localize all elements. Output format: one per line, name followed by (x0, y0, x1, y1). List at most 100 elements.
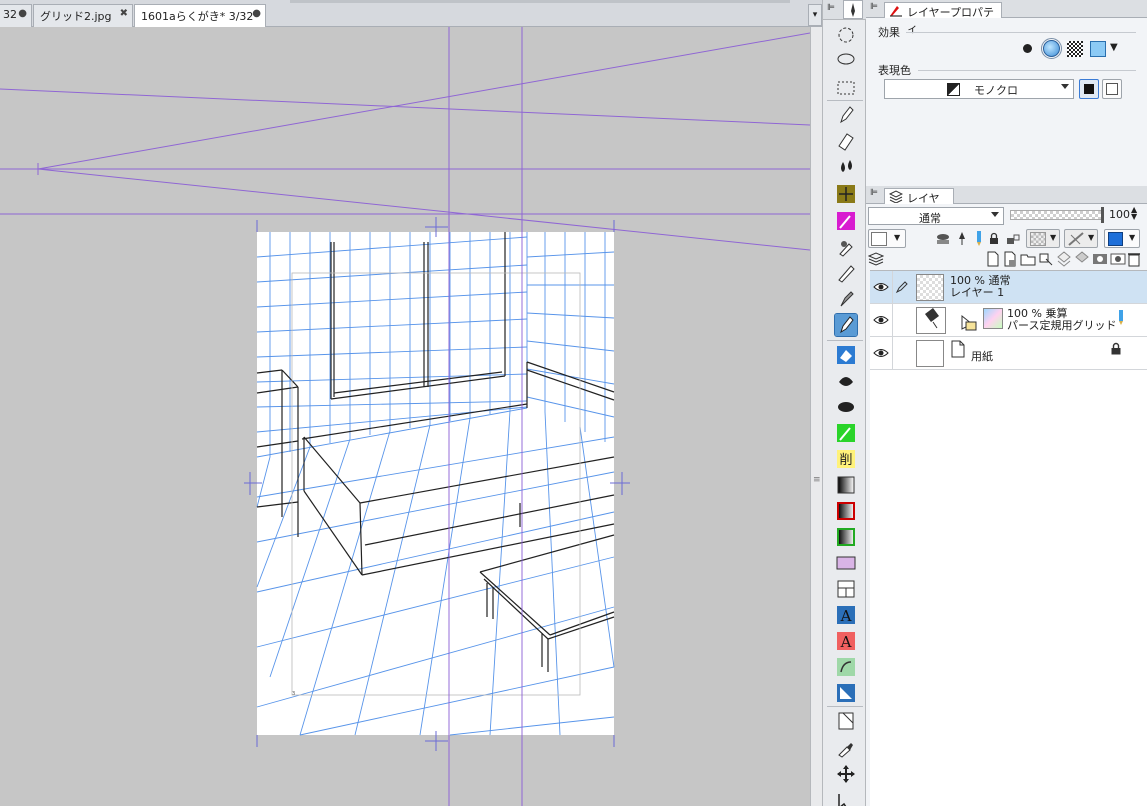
watercolor-effect-icon[interactable] (1041, 38, 1062, 59)
mask-icon[interactable] (1092, 252, 1108, 266)
canvas-area[interactable]: 3 (0, 27, 810, 806)
layers-icon[interactable] (867, 251, 885, 267)
tab-label: 1601aらくがき* 3/32 (141, 10, 254, 23)
blob-icon[interactable] (835, 396, 857, 418)
layer-color-icon[interactable] (1090, 41, 1106, 57)
reference-layer-icon[interactable] (956, 231, 968, 246)
layer-row[interactable]: 用紙 (870, 337, 1147, 370)
lasso-icon[interactable] (835, 49, 857, 71)
tab-scroll-icon[interactable]: ▾ (808, 4, 822, 26)
scroll-grip-icon[interactable]: ≡ (813, 475, 821, 489)
magic-wand-icon[interactable] (835, 210, 857, 232)
marker-icon[interactable] (835, 288, 857, 310)
divider (918, 70, 1136, 71)
trash-icon[interactable] (1127, 251, 1141, 267)
tab-label: グリッド2.jpg (40, 10, 112, 23)
black-color-button[interactable] (1079, 79, 1099, 99)
eyedropper-small-icon[interactable] (835, 737, 857, 759)
move-layer-icon[interactable] (835, 183, 857, 205)
new-vector-layer-icon[interactable] (1003, 251, 1017, 267)
new-folder-icon[interactable] (1020, 251, 1036, 267)
tool-palette: ⊫ 削 AA (822, 0, 867, 806)
text-red-icon[interactable]: A (835, 630, 857, 652)
white-color-button[interactable] (1102, 79, 1122, 99)
rotate-icon[interactable] (835, 24, 857, 46)
paper (257, 232, 614, 735)
marquee-icon[interactable] (835, 77, 857, 99)
opacity-spinner-icon[interactable]: ▲ ▼ (1131, 206, 1137, 221)
color-wand-icon[interactable] (835, 422, 857, 444)
gradient-red-icon[interactable] (835, 500, 857, 522)
tone-effect-icon[interactable] (1067, 41, 1083, 57)
lock-icon[interactable] (1110, 342, 1122, 355)
draft-layer-icon[interactable] (974, 230, 984, 247)
layer-color-select[interactable]: ▼ (868, 229, 906, 248)
lock-transparent-icon[interactable] (1006, 232, 1020, 245)
ruler-icon[interactable] (835, 682, 857, 704)
expression-color-select[interactable]: モノクロ (884, 79, 1074, 99)
panel-menu-icon[interactable]: ⊫ (870, 188, 878, 198)
delete-icon[interactable]: 削 (835, 448, 857, 470)
panel-icon[interactable] (835, 578, 857, 600)
gradient-green-icon[interactable] (835, 526, 857, 548)
tool-tab-pen-icon[interactable] (843, 0, 863, 19)
eraser-icon[interactable] (835, 130, 857, 152)
lock-layer-icon[interactable] (988, 232, 1000, 245)
eye-icon[interactable] (873, 347, 889, 359)
close-icon[interactable]: ✖ (120, 8, 128, 19)
new-raster-layer-icon[interactable] (986, 251, 1000, 267)
object-icon[interactable] (835, 790, 857, 806)
balloon-icon[interactable] (835, 656, 857, 678)
panel-menu-icon[interactable]: ⊫ (870, 2, 878, 12)
draft-layer-icon[interactable] (1116, 309, 1126, 327)
svg-text:削: 削 (839, 453, 852, 468)
merge-visible-icon[interactable] (1074, 251, 1090, 267)
clip-layer-icon[interactable] (936, 232, 950, 245)
border-effect-icon[interactable] (1023, 44, 1032, 53)
opacity-slider[interactable] (1010, 207, 1104, 223)
tab-document-prev[interactable]: 32 ● (0, 4, 32, 27)
panel-menu-icon[interactable]: ⊫ (827, 3, 835, 13)
merge-down-icon[interactable] (1056, 251, 1072, 267)
ruler-pen-icon[interactable] (834, 313, 858, 337)
eye-icon[interactable] (873, 314, 889, 326)
opacity-value: 100 (1109, 208, 1130, 221)
tab-layer[interactable]: レイヤー (884, 188, 954, 221)
eyedropper-icon[interactable] (835, 236, 857, 258)
layer-row[interactable]: 100 % 乗算 パース定規用グリッド (870, 304, 1147, 337)
transfer-layer-icon[interactable] (1038, 251, 1054, 267)
pen-icon[interactable] (895, 280, 909, 294)
gradient-icon[interactable] (835, 474, 857, 496)
operation-icon[interactable] (835, 710, 857, 732)
perspective-ruler-icon[interactable] (960, 314, 978, 331)
effect-label: 効果 (878, 26, 900, 39)
tab-document-grid2[interactable]: グリッド2.jpg ✖ (33, 4, 133, 27)
text-icon[interactable]: A (835, 604, 857, 626)
opacity-slider-handle[interactable] (1101, 207, 1104, 223)
document-tab-bar: 32 ● グリッド2.jpg ✖ 1601aらくがき* 3/32 ● ▾ (0, 0, 822, 28)
move-icon[interactable] (835, 763, 857, 785)
tab-layer-property[interactable]: レイヤープロパティ (884, 2, 1002, 35)
right-panels: ⊫ レイヤープロパティ 効果 ▼ 表現色 モノクロ ⊫ レイヤ 通常 100 ▲… (866, 0, 1147, 806)
eye-icon[interactable] (873, 281, 889, 293)
chevron-down-icon[interactable]: ▼ (1110, 42, 1118, 53)
tab-document-active[interactable]: 1601aらくがき* 3/32 ● (134, 4, 266, 28)
pencil-icon[interactable] (835, 262, 857, 284)
layer-color-mode-button[interactable]: ▼ (1104, 229, 1140, 248)
mask-enable-button[interactable]: ▼ (1026, 229, 1060, 248)
ink-drops-icon[interactable] (835, 156, 857, 178)
layer-row[interactable]: 100 % 通常 レイヤー 1 (870, 271, 1147, 304)
chevron-down-icon (1061, 84, 1069, 89)
fill-bucket-icon[interactable] (835, 344, 857, 366)
layer-name: レイヤー 1 (950, 286, 1005, 299)
unsaved-dot-icon[interactable]: ● (18, 8, 27, 19)
ink-splash-icon[interactable] (835, 370, 857, 392)
expression-color-value: モノクロ (974, 84, 1018, 97)
apply-mask-icon[interactable] (1110, 252, 1126, 266)
blend-mode-select[interactable]: 通常 (868, 207, 1004, 225)
unsaved-dot-icon[interactable]: ● (252, 8, 261, 19)
frame-icon[interactable] (835, 552, 857, 574)
canvas-scrollbar[interactable]: ≡ (810, 27, 822, 806)
ruler-visibility-button[interactable]: ▼ (1064, 229, 1098, 248)
pen-icon[interactable] (835, 104, 857, 126)
